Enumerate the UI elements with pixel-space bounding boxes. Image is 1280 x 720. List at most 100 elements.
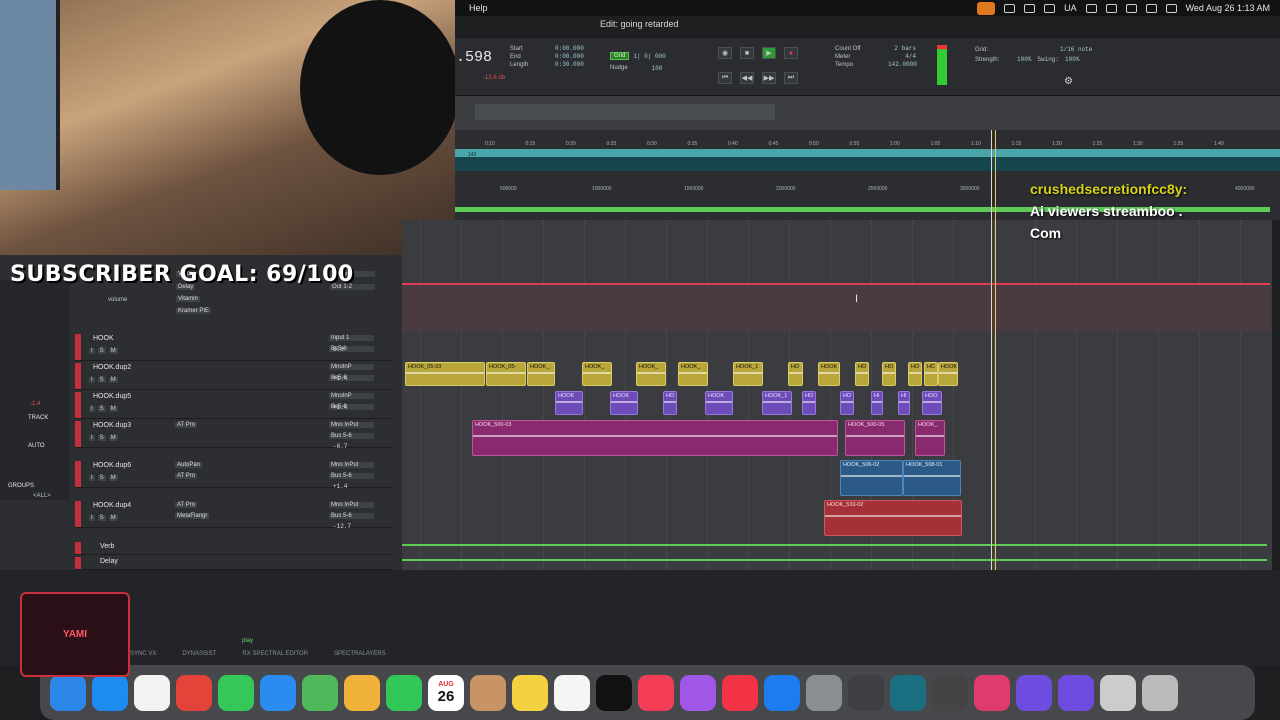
strength-value[interactable]: 100% — [1017, 55, 1031, 65]
track-name[interactable]: HOOK.dup3 — [93, 422, 131, 429]
input-button[interactable]: I — [89, 515, 95, 521]
insert-kramer[interactable]: Kramer PIE — [176, 308, 212, 314]
plugin-rx-spectral[interactable]: RX SPECTRAL EDITOR — [242, 651, 308, 664]
fast-forward-button[interactable]: ▶▶ — [762, 72, 776, 84]
dock-settings-icon[interactable] — [806, 674, 842, 711]
audio-clip[interactable]: HOOK_506-02 — [840, 460, 903, 496]
track-name[interactable]: HOOK.dup5 — [93, 393, 131, 400]
swing-value[interactable]: 100% — [1065, 55, 1079, 65]
record-enable-icon[interactable] — [75, 461, 81, 487]
solo-button[interactable]: S — [97, 515, 106, 521]
online-button[interactable]: ◉ — [718, 47, 732, 59]
solo-button[interactable]: S — [97, 348, 106, 354]
plugin-dynassist[interactable]: DYNASSIST — [182, 651, 216, 664]
dock-creative-cloud-icon[interactable] — [974, 674, 1010, 711]
track-name[interactable]: HOOK.dup4 — [93, 502, 131, 509]
audio-clip[interactable]: HI — [898, 391, 910, 415]
grid-label[interactable]: Grid — [610, 52, 630, 60]
volume-value[interactable]: -6.7 — [333, 443, 347, 450]
record-enable-icon[interactable] — [75, 557, 81, 569]
audio-clip[interactable]: HOOK_1 — [762, 391, 792, 415]
nudge-setting[interactable]: Nudge 100 — [610, 65, 663, 72]
strength-swing[interactable]: 100% Swing: 100% — [1017, 55, 1079, 65]
output-selector[interactable]: Bus 5-6 — [329, 433, 374, 439]
audio-clip[interactable]: HOOK — [705, 391, 733, 415]
insert-slot[interactable]: AT Pro — [175, 473, 198, 479]
insert-slot[interactable]: AT Pro — [175, 502, 198, 508]
dock-contacts-icon[interactable] — [470, 674, 506, 711]
audio-clip[interactable]: HOOK — [555, 391, 583, 415]
audio-clip[interactable]: HO — [788, 362, 803, 386]
dock-reminders-icon[interactable] — [134, 674, 170, 711]
input-button[interactable]: I — [89, 406, 95, 412]
mute-button[interactable]: M — [108, 406, 118, 412]
dock-maps-icon[interactable] — [302, 674, 338, 711]
dock-freeform-icon[interactable] — [554, 674, 590, 711]
input-selector[interactable]: Input 1 — [329, 335, 374, 341]
mute-button[interactable]: M — [108, 435, 118, 441]
record-enable-icon[interactable] — [75, 542, 81, 554]
end-value[interactable]: 0:00.000 — [555, 53, 584, 61]
record-enable-icon[interactable] — [75, 363, 81, 389]
output-selector[interactable]: Bus 5-6 — [329, 513, 374, 519]
count-off-label[interactable]: Count Off — [835, 45, 861, 53]
audio-clip[interactable]: HOOK — [938, 362, 958, 386]
track-strip[interactable]: HOOK I S M Input 1 Bs5-6 0.0 — [75, 333, 393, 361]
audio-clip[interactable]: HOOK_1 — [733, 362, 763, 386]
menubar-clock[interactable]: Wed Aug 26 1:13 AM — [1186, 3, 1270, 13]
battery-icon[interactable] — [1105, 3, 1117, 13]
menu-help[interactable]: Help — [469, 3, 488, 13]
solo-button[interactable]: S — [97, 377, 106, 383]
audio-clip[interactable]: HC — [924, 362, 938, 386]
dock-logic-icon[interactable] — [932, 674, 968, 711]
audio-clip[interactable]: HO — [855, 362, 869, 386]
record-enable-icon[interactable] — [75, 501, 81, 527]
insert-slot[interactable]: AT Pro — [175, 422, 198, 428]
dock-music-folder-icon[interactable] — [1100, 674, 1136, 711]
rewind-button[interactable]: ◀◀ — [740, 72, 754, 84]
return-to-zero-button[interactable]: ⏮ — [718, 72, 732, 84]
search-icon[interactable] — [1145, 3, 1157, 13]
grid-icon[interactable] — [1004, 3, 1016, 13]
record-enable-icon[interactable] — [75, 392, 81, 418]
grid-value[interactable]: 1| 0| 000 — [633, 53, 665, 60]
insert-slot[interactable]: MetaFlangr — [175, 513, 210, 519]
record-enable-icon[interactable] — [75, 421, 81, 447]
audio-clip[interactable]: HO — [840, 391, 854, 415]
meter-value[interactable]: 4/4 — [888, 53, 916, 61]
track-strip[interactable]: HOOK.dup2 I S M MnoInP Bs5-6 +1.4 — [75, 362, 393, 390]
solo-button[interactable]: S — [97, 435, 106, 441]
track-name[interactable]: HOOK — [93, 335, 114, 342]
mute-button[interactable]: M — [108, 348, 118, 354]
tempo-values[interactable]: 2 bars 4/4 142.0000 — [888, 45, 917, 69]
input-button[interactable]: I — [89, 475, 95, 481]
audio-clip[interactable]: HOOK_ — [527, 362, 555, 386]
delay-volume-line[interactable] — [402, 559, 1267, 561]
dock-music-icon[interactable] — [638, 674, 674, 711]
audio-clip[interactable]: HO — [882, 362, 896, 386]
selection-values[interactable]: 0:00.000 0:00.000 0:30.000 — [555, 45, 584, 69]
dock-trash-icon[interactable] — [1142, 674, 1178, 711]
track-name[interactable]: Verb — [100, 543, 114, 550]
go-to-end-button[interactable]: ⏭ — [784, 72, 798, 84]
track-strip[interactable]: HOOK.dup5 I S M MnoInP Bs5-6 +1.4 — [75, 391, 393, 419]
dock-waves-icon[interactable] — [890, 674, 926, 711]
volume-value[interactable]: -12.7 — [333, 523, 351, 530]
insert-slot[interactable]: AutoPan — [175, 462, 203, 468]
bars-value[interactable]: 2 bars — [888, 45, 916, 53]
solo-button[interactable]: S — [97, 406, 106, 412]
screen-icon[interactable] — [1085, 3, 1097, 13]
plugin-spectralayers[interactable]: SPECTRALAYERS — [334, 651, 386, 664]
dock-podcasts-icon[interactable] — [680, 674, 716, 711]
audio-clip[interactable]: HO — [663, 391, 677, 415]
dock-pro-tools-2-icon[interactable] — [1016, 674, 1052, 711]
tempo-ruler[interactable] — [455, 149, 1280, 157]
dock-facetime-icon[interactable] — [386, 674, 422, 711]
audio-clip[interactable]: HOO — [922, 391, 942, 415]
dock-messages-icon[interactable] — [218, 674, 254, 711]
input-selector[interactable]: Mno InPut — [329, 502, 374, 508]
stop-button[interactable]: ■ — [740, 47, 754, 59]
nudge-value[interactable]: 100 — [652, 65, 663, 72]
dock-news-icon[interactable] — [722, 674, 758, 711]
locale-indicator[interactable]: UA — [1064, 3, 1077, 13]
